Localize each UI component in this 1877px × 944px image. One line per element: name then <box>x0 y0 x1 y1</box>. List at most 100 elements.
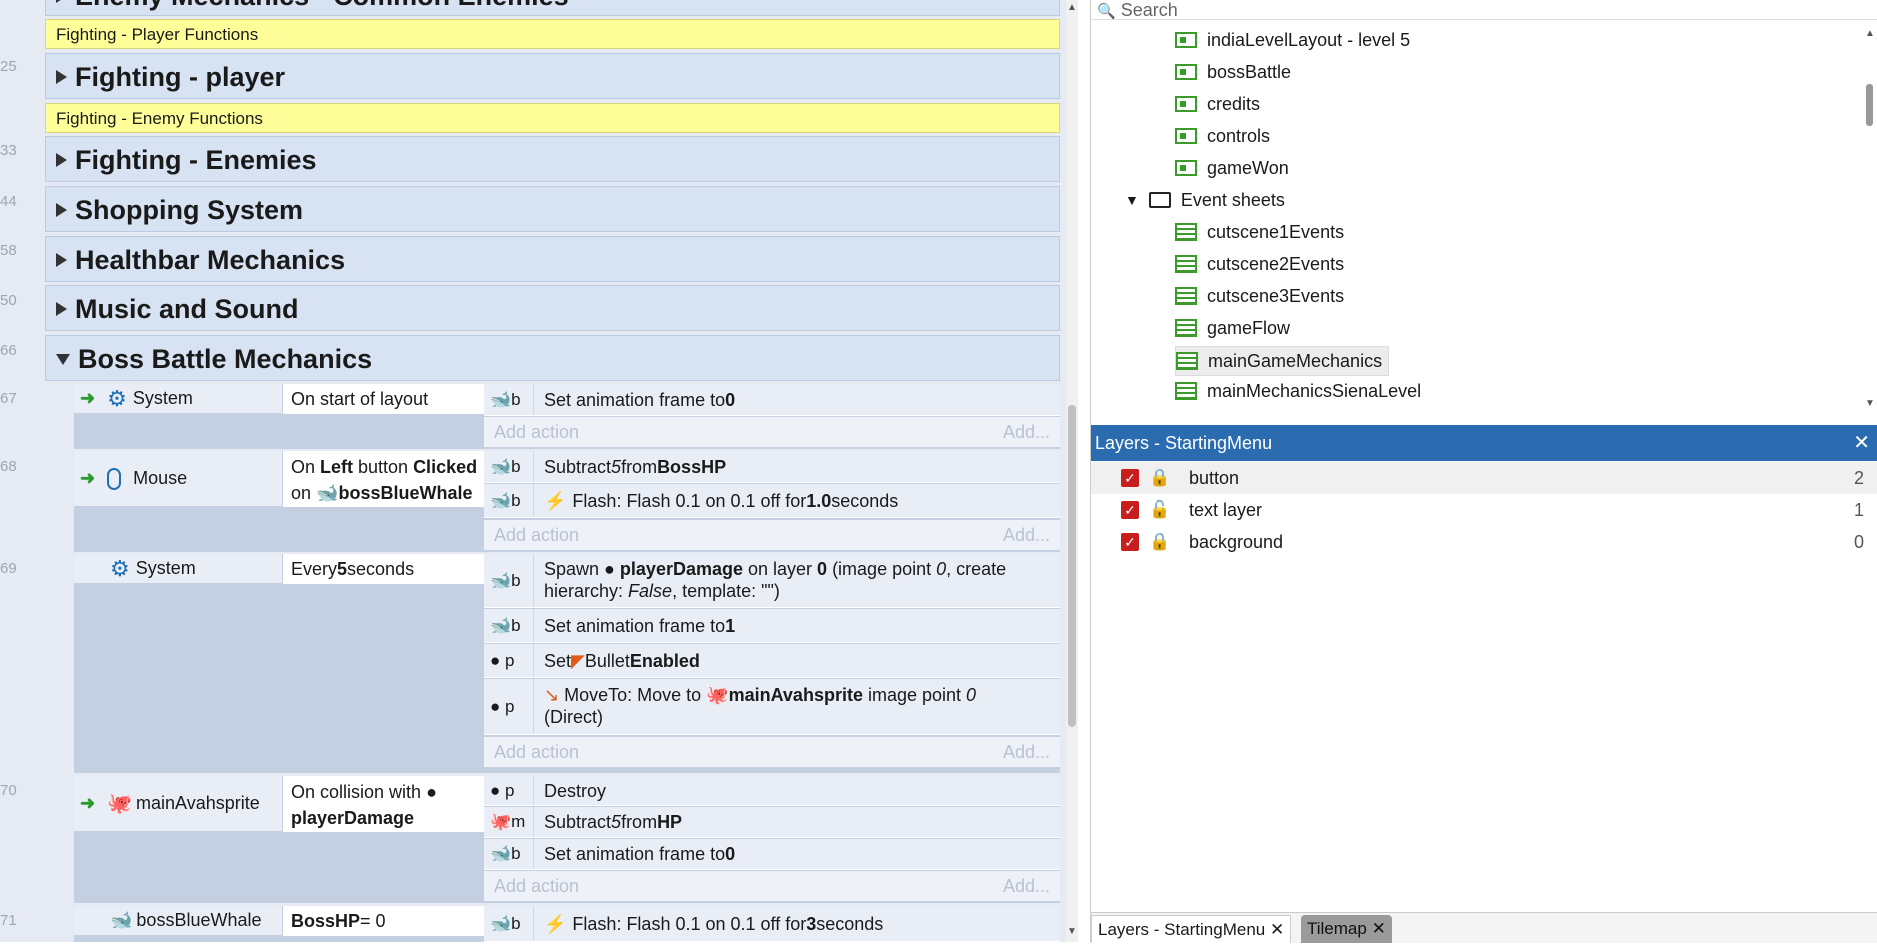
close-icon[interactable]: ✕ <box>1270 920 1284 939</box>
condition-value: 5 <box>337 559 348 579</box>
condition-row[interactable]: ➜ Mouse On Left button Clicked on 🐋bossBl… <box>74 451 484 507</box>
action-row[interactable]: ● p Set ◤ Bullet Enabled <box>484 644 1060 678</box>
add-action-label: Add action <box>494 876 580 896</box>
group-healthbar-mechanics[interactable]: Healthbar Mechanics <box>45 236 1060 282</box>
scrollbar-thumb[interactable] <box>1068 405 1076 727</box>
action-object: b <box>511 456 521 476</box>
action-row[interactable]: 🐋 b ⚡ Flash: Flash 0.1 on 0.1 off for 3 se… <box>484 906 1060 942</box>
event-block[interactable]: ⚙ System Every 5 seconds 🐋 b Spawn ● playe… <box>74 554 1060 773</box>
group-fighting-player[interactable]: Fighting - player <box>45 53 1060 99</box>
search-icon: 🔍 <box>1097 3 1116 20</box>
action-object: b <box>511 844 521 863</box>
scrollbar-thumb[interactable] <box>1866 84 1873 126</box>
action-value: 0 <box>936 559 947 579</box>
gear-icon: ⚙ <box>110 555 130 581</box>
add-more-link[interactable]: Add... <box>1003 871 1050 901</box>
scroll-down-icon[interactable]: ▼ <box>1066 926 1078 937</box>
action-text: (image point <box>827 559 937 579</box>
project-tree-scrollbar[interactable]: ▲ ▼ <box>1861 22 1877 414</box>
close-icon[interactable]: ✕ <box>1853 425 1870 461</box>
action-row[interactable]: 🐙 m Subtract 5 from HP <box>484 807 1060 838</box>
action-text: image point <box>862 685 967 705</box>
tab-layers[interactable]: Layers - StartingMenu ✕ <box>1091 915 1292 943</box>
condition-value: Clicked <box>413 457 478 477</box>
comment-row[interactable]: Fighting - Player Functions <box>45 19 1060 49</box>
visibility-checkbox[interactable]: ✓ <box>1121 469 1139 487</box>
event-block[interactable]: ➜ Mouse On Left button Clicked on 🐋bossBl… <box>74 451 1060 552</box>
lock-icon[interactable]: 🔒 <box>1149 532 1170 552</box>
layers-panel-title: Layers - StartingMenu <box>1095 433 1273 453</box>
tree-item-layout[interactable]: gameWon <box>1175 154 1289 182</box>
group-enemy-mechanics[interactable]: Enemy Mechanics - Common Enemies <box>45 0 1060 16</box>
action-row[interactable]: ● p Destroy <box>484 776 1060 806</box>
mouse-icon <box>107 467 122 490</box>
unlock-icon[interactable]: 🔓 <box>1149 500 1170 520</box>
action-text: seconds <box>831 490 899 511</box>
action-row[interactable]: 🐋 b Subtract 5 from BossHP <box>484 451 1060 483</box>
action-text: Subtract <box>544 812 612 832</box>
tree-item-event-sheet[interactable]: gameFlow <box>1175 314 1290 342</box>
add-more-link[interactable]: Add... <box>1003 520 1050 550</box>
action-row[interactable]: 🐋 b Set animation frame to 0 <box>484 839 1060 870</box>
visibility-checkbox[interactable]: ✓ <box>1121 501 1139 519</box>
layer-row[interactable]: ✓ 🔓 text layer 1 <box>1091 494 1877 526</box>
tree-item-layout[interactable]: indiaLevelLayout - level 5 <box>1175 26 1410 54</box>
action-value: mainAvahsprite <box>728 685 863 705</box>
visibility-checkbox[interactable]: ✓ <box>1121 533 1139 551</box>
group-shopping-system[interactable]: Shopping System <box>45 186 1060 232</box>
project-search[interactable]: 🔍 Search <box>1091 0 1877 20</box>
scroll-up-icon[interactable]: ▲ <box>1865 28 1875 39</box>
add-action-link[interactable]: Add action Add... <box>484 520 1060 550</box>
tab-tilemap[interactable]: Tilemap ✕ <box>1301 915 1392 943</box>
event-sheet-icon <box>1175 319 1197 337</box>
action-row[interactable]: 🐋 b Spawn ● playerDamage on layer 0 (imag… <box>484 554 1060 608</box>
action-value: HP <box>657 812 683 832</box>
add-action-link[interactable]: Add action Add... <box>484 417 1060 447</box>
group-music-and-sound[interactable]: Music and Sound <box>45 285 1060 331</box>
tree-item-event-sheet[interactable]: mainMechanicsSienaLevel <box>1175 377 1421 405</box>
scroll-up-icon[interactable]: ▲ <box>1066 2 1078 13</box>
layer-row[interactable]: ✓ 🔒 button 2 <box>1091 462 1877 494</box>
tree-item-event-sheet-selected[interactable]: mainGameMechanics <box>1175 346 1390 376</box>
add-more-link[interactable]: Add... <box>1003 737 1050 767</box>
lock-icon[interactable]: 🔒 <box>1149 468 1170 488</box>
action-row[interactable]: 🐋 b Set animation frame to 1 <box>484 609 1060 643</box>
add-more-link[interactable]: Add... <box>1003 417 1050 447</box>
add-action-link[interactable]: Add action Add... <box>484 871 1060 901</box>
close-icon[interactable]: ✕ <box>1372 919 1386 938</box>
action-text: on layer <box>743 559 818 579</box>
tree-folder-event-sheets[interactable]: ▼ Event sheets <box>1125 186 1285 214</box>
event-block[interactable]: ➜ ⚙ System On start of layout 🐋 b Set anima… <box>74 384 1060 449</box>
tree-item-event-sheet[interactable]: cutscene1Events <box>1175 218 1344 246</box>
tree-label: Event sheets <box>1180 189 1285 210</box>
group-fighting-enemies[interactable]: Fighting - Enemies <box>45 136 1060 182</box>
tree-item-layout[interactable]: credits <box>1175 90 1260 118</box>
comment-row[interactable]: Fighting - Enemy Functions <box>45 103 1060 133</box>
condition-row[interactable]: ➜ 🐙 mainAvahsprite On collision with ● play… <box>74 776 484 832</box>
condition-value: BossHP <box>291 911 361 931</box>
action-row[interactable]: 🐋 b Set animation frame to 0 <box>484 384 1060 416</box>
add-action-link[interactable]: Add action Add... <box>484 737 1060 767</box>
group-boss-battle-mechanics[interactable]: Boss Battle Mechanics <box>45 335 1060 381</box>
action-value: 5 <box>611 812 622 832</box>
action-value: Enabled <box>629 650 700 671</box>
action-text: hierarchy: <box>544 581 629 601</box>
condition-text: on <box>291 483 317 503</box>
action-row[interactable]: ● p ↘ MoveTo: Move to 🐙mainAvahsprite im… <box>484 679 1060 735</box>
action-row[interactable]: 🐋 b ⚡ Flash: Flash 0.1 on 0.1 off for 1.0 … <box>484 484 1060 518</box>
condition-row[interactable]: ➜ ⚙ System On start of layout <box>74 384 484 414</box>
tree-item-event-sheet[interactable]: cutscene3Events <box>1175 282 1344 310</box>
group-title: Music and Sound <box>75 294 299 324</box>
event-block[interactable]: ➜ 🐙 mainAvahsprite On collision with ● play… <box>74 776 1060 903</box>
condition-row[interactable]: ⚙ System Every 5 seconds <box>74 554 484 584</box>
event-sheet-scrollbar[interactable]: ▲ ▼ <box>1066 0 1078 942</box>
layout-icon <box>1175 32 1197 48</box>
layer-row[interactable]: ✓ 🔒 background 0 <box>1091 526 1877 558</box>
event-block[interactable]: 🐋 bossBlueWhale BossHP = 0 🐋 b ⚡ Flash: Fla… <box>74 906 1060 942</box>
tree-item-layout[interactable]: bossBattle <box>1175 58 1291 86</box>
condition-row[interactable]: 🐋 bossBlueWhale BossHP = 0 <box>74 906 484 936</box>
tree-item-layout[interactable]: controls <box>1175 122 1270 150</box>
tree-item-event-sheet[interactable]: cutscene2Events <box>1175 250 1344 278</box>
scroll-down-icon[interactable]: ▼ <box>1865 398 1875 409</box>
event-sheet-icon <box>1175 223 1197 241</box>
